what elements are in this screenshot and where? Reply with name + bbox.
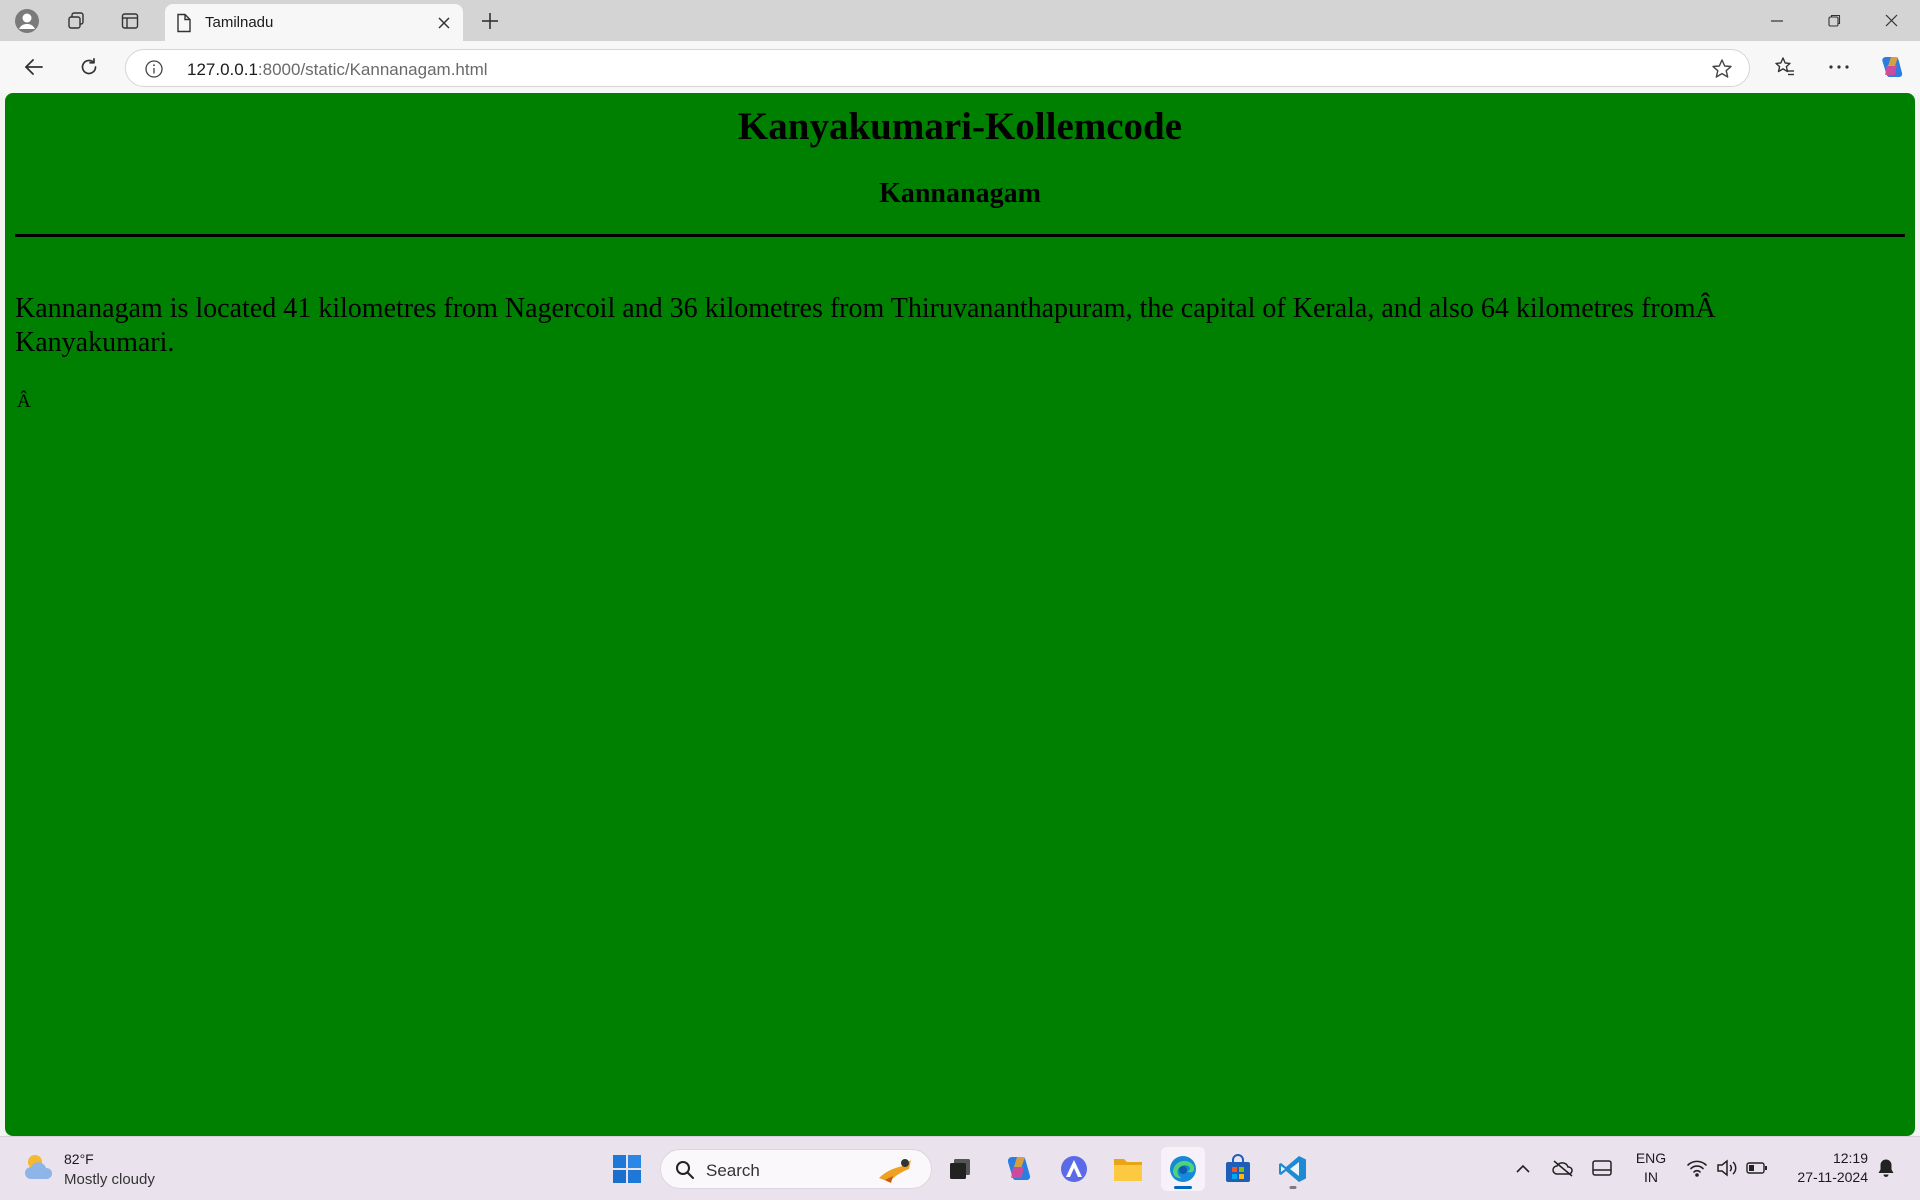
clock[interactable]: 12:19 27-11-2024 — [1780, 1149, 1868, 1187]
refresh-button[interactable] — [71, 49, 107, 85]
active-indicator — [1174, 1186, 1192, 1189]
battery-icon — [1746, 1161, 1768, 1175]
vertical-tabs-icon — [120, 11, 140, 31]
notification-bell-icon — [1877, 1158, 1895, 1178]
chevron-up-icon — [1516, 1164, 1530, 1173]
task-view-icon — [947, 1156, 973, 1182]
edge-icon — [1168, 1154, 1198, 1184]
weather-icon — [22, 1151, 56, 1183]
info-icon[interactable] — [144, 59, 164, 79]
store-icon — [1223, 1154, 1253, 1184]
clock-time: 12:19 — [1832, 1150, 1868, 1166]
stray-character: Â — [17, 391, 31, 412]
tab-strip: Tamilnadu — [0, 0, 1920, 42]
notification-center[interactable] — [1874, 1157, 1898, 1179]
workspaces-icon — [66, 11, 86, 31]
address-bar[interactable]: 127.0.0.1:8000/static/Kannanagam.html — [125, 49, 1750, 87]
profile-icon — [14, 8, 40, 34]
url-host: 127.0.0.1 — [187, 60, 258, 79]
tab-title: Tamilnadu — [205, 14, 274, 31]
tablet-icon — [1591, 1159, 1613, 1177]
volume-icon — [1716, 1159, 1738, 1177]
copilot-icon — [1003, 1154, 1033, 1184]
restore-button[interactable] — [1806, 0, 1862, 41]
favorites-icon — [1774, 56, 1796, 78]
more-icon — [1829, 65, 1849, 69]
window-close-button[interactable] — [1863, 0, 1919, 41]
horizontal-rule — [15, 234, 1905, 237]
onedrive-status[interactable] — [1550, 1157, 1576, 1179]
taskbar-edge[interactable] — [1161, 1147, 1205, 1191]
search-icon — [675, 1160, 695, 1180]
weather-temp: 82°F — [64, 1151, 94, 1167]
tab-close-button[interactable] — [433, 12, 455, 34]
start-icon — [612, 1154, 642, 1184]
app-icon — [1059, 1154, 1089, 1184]
page-heading: Kanyakumari-Kollemcode — [737, 105, 1183, 148]
taskbar-file-explorer[interactable] — [1106, 1147, 1150, 1191]
weather-desc: Mostly cloudy — [64, 1171, 155, 1188]
start-button[interactable] — [605, 1147, 649, 1191]
new-tab-button[interactable] — [472, 5, 508, 37]
page-viewport: Kanyakumari-Kollemcode Kannanagam Kannan… — [5, 93, 1915, 1136]
copilot-button[interactable] — [1874, 49, 1910, 85]
favorite-star-icon[interactable] — [1711, 58, 1733, 80]
tablet-mode[interactable] — [1590, 1157, 1614, 1179]
lang-line-2: IN — [1644, 1169, 1658, 1185]
page-subheading: Kannanagam — [879, 178, 1041, 209]
back-button[interactable] — [16, 49, 52, 85]
vscode-icon — [1278, 1154, 1308, 1184]
file-explorer-icon — [1113, 1155, 1143, 1183]
window-close-icon — [1885, 14, 1898, 27]
network-status[interactable] — [1685, 1157, 1709, 1179]
page-paragraph: Kannanagam is located 41 kilometres from… — [15, 293, 1716, 358]
refresh-icon — [79, 57, 99, 77]
volume-control[interactable] — [1715, 1157, 1739, 1179]
minimize-icon — [1771, 19, 1783, 22]
wifi-icon — [1686, 1159, 1708, 1177]
url-path: :8000/static/Kannanagam.html — [257, 60, 488, 79]
onedrive-icon — [1551, 1159, 1575, 1177]
taskbar-store[interactable] — [1216, 1147, 1260, 1191]
minimize-button[interactable] — [1749, 0, 1805, 41]
search-placeholder: Search — [706, 1161, 760, 1180]
more-button[interactable] — [1821, 49, 1857, 85]
tab-tamilnadu[interactable]: Tamilnadu — [165, 4, 463, 42]
running-indicator — [1289, 1186, 1297, 1189]
battery-status[interactable] — [1745, 1157, 1769, 1179]
back-icon — [24, 58, 44, 76]
workspaces-button[interactable] — [58, 5, 94, 37]
taskbar-task-view[interactable] — [938, 1147, 982, 1191]
taskbar-app[interactable] — [1052, 1147, 1096, 1191]
browser-toolbar: 127.0.0.1:8000/static/Kannanagam.html — [0, 41, 1920, 93]
taskbar-copilot[interactable] — [996, 1147, 1040, 1191]
taskbar-vscode[interactable] — [1271, 1147, 1315, 1191]
restore-icon — [1827, 14, 1841, 27]
favorites-button[interactable] — [1767, 49, 1803, 85]
vertical-tabs-button[interactable] — [112, 5, 148, 37]
page-icon — [175, 13, 193, 33]
search-highlight-icon — [875, 1154, 919, 1186]
taskbar-search[interactable]: Search — [660, 1149, 932, 1189]
taskbar: 82°F Mostly cloudy Search ENG IN 12:19 2… — [0, 1136, 1920, 1200]
close-icon — [438, 17, 450, 29]
lang-line-1: ENG — [1635, 1150, 1667, 1166]
input-language[interactable]: ENG IN — [1634, 1149, 1668, 1187]
show-hidden-icons[interactable] — [1512, 1157, 1534, 1179]
new-tab-icon — [481, 12, 499, 30]
copilot-icon — [1878, 53, 1906, 81]
url-text[interactable]: 127.0.0.1:8000/static/Kannanagam.html — [187, 60, 488, 80]
clock-date: 27-11-2024 — [1797, 1169, 1868, 1185]
profile-button[interactable] — [9, 5, 45, 37]
